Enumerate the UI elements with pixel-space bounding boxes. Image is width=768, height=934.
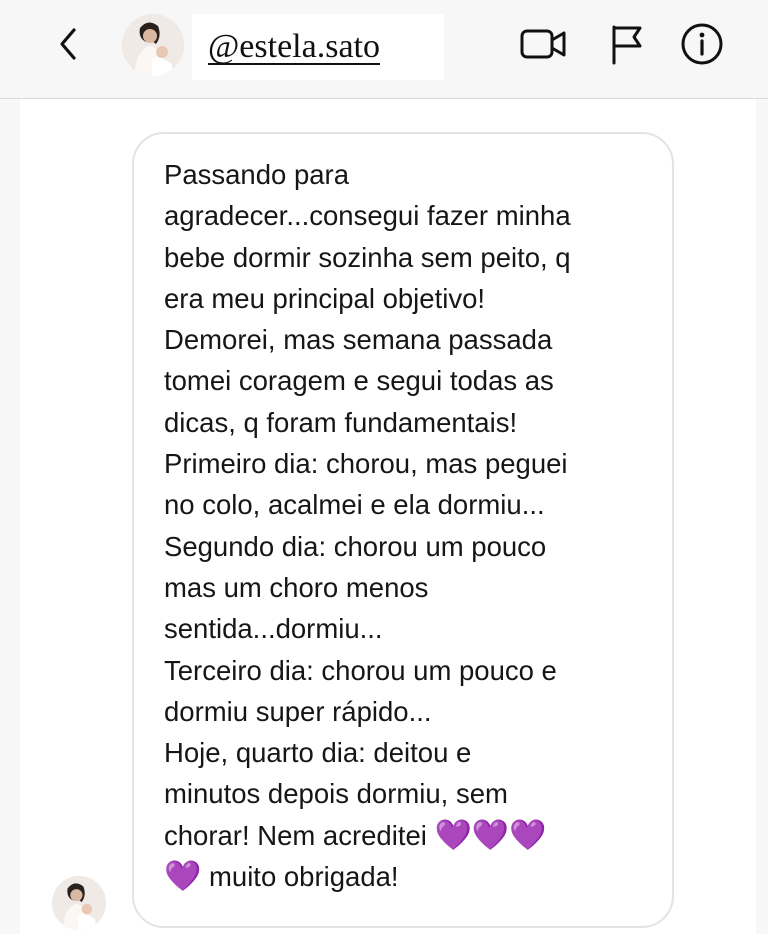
info-button[interactable] bbox=[676, 22, 728, 70]
report-button[interactable] bbox=[600, 22, 652, 70]
closing-text: muito obrigada! bbox=[201, 861, 399, 893]
video-call-button[interactable] bbox=[518, 22, 570, 70]
flag-icon bbox=[606, 23, 646, 70]
chevron-left-icon bbox=[54, 24, 82, 69]
info-circle-icon bbox=[679, 21, 725, 72]
sender-avatar[interactable] bbox=[52, 876, 106, 930]
username-box: @estela.sato bbox=[192, 14, 444, 80]
chat-header: @estela.sato bbox=[0, 0, 768, 99]
avatar[interactable] bbox=[122, 14, 184, 76]
message-paragraph-4: Segundo dia: chorou um pouco mas um chor… bbox=[164, 530, 547, 645]
username-link[interactable]: @estela.sato bbox=[192, 28, 380, 66]
video-camera-icon bbox=[519, 26, 569, 67]
profile-photo bbox=[52, 876, 106, 930]
back-button[interactable] bbox=[48, 22, 88, 70]
profile-photo bbox=[122, 14, 184, 76]
message-paragraph-6: Hoje, quarto dia: deitou e minutos depoi… bbox=[164, 732, 648, 856]
message-paragraph-2: Demorei, mas semana passada tomei corage… bbox=[164, 324, 554, 438]
message-paragraph-1: Passando para agradecer...consegui fazer… bbox=[164, 159, 571, 314]
side-watermark bbox=[10, 160, 18, 220]
message-bubble[interactable]: Passando para agradecer...consegui fazer… bbox=[132, 132, 674, 928]
message-closing: 💜 muito obrigada! bbox=[164, 856, 648, 897]
message-paragraph-3: Primeiro dia: chorou, mas peguei no colo… bbox=[164, 448, 568, 521]
purple-heart-emoji: 💜 bbox=[164, 860, 202, 894]
purple-hearts-emoji: 💜💜💜 bbox=[434, 818, 547, 852]
message-paragraph-5: Terceiro dia: chorou um pouco e dormiu s… bbox=[164, 654, 557, 727]
chat-screen: @estela.sato Passando para agradecer...c… bbox=[0, 0, 768, 934]
